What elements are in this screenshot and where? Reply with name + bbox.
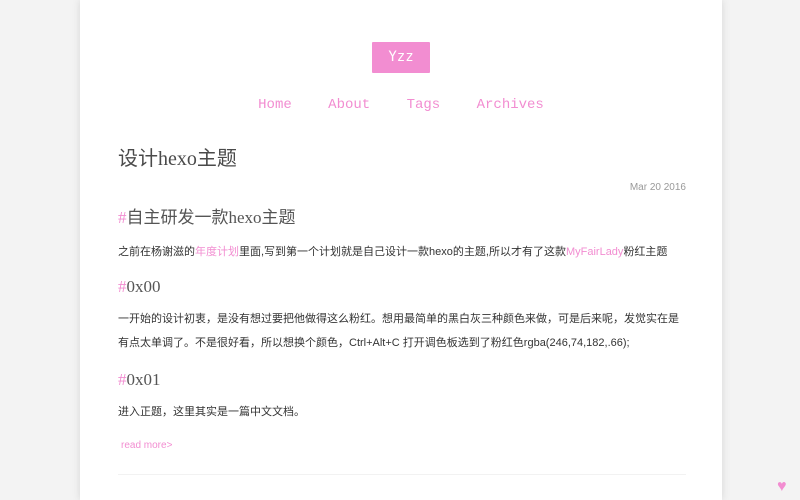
paragraph-text: 之前在杨谢滋的 xyxy=(118,246,195,258)
heading-text: 自主研发一款hexo主题 xyxy=(126,208,296,227)
logo[interactable]: Yzz xyxy=(372,42,430,73)
divider xyxy=(118,474,686,475)
myfairlady-link[interactable]: MyFairLady xyxy=(566,246,623,258)
paragraph-text: 粉红主题 xyxy=(623,246,668,258)
heading-hash: # xyxy=(118,370,127,389)
paragraph-text: 里面,写到第一个计划就是自己设计一款hexo的主题,所以才有了这款 xyxy=(239,246,566,258)
nav-archives[interactable]: Archives xyxy=(477,97,544,113)
paragraph: 进入正题，这里其实是一篇中文文档。 xyxy=(118,406,305,418)
heading-text: 0x01 xyxy=(126,370,161,389)
section-heading: #0x00 xyxy=(118,275,161,299)
main-nav: Home About Tags Archives xyxy=(80,96,722,114)
page-card: Yzz Home About Tags Archives 设计hexo主题 Ma… xyxy=(80,0,722,500)
post: 设计hexo主题 Mar 20 2016 #自主研发一款hexo主题 之前在杨谢… xyxy=(118,144,686,475)
nav-home[interactable]: Home xyxy=(258,97,292,113)
annual-plan-link[interactable]: 年度计划 xyxy=(195,246,239,258)
heading-text: 0x00 xyxy=(126,277,161,296)
post-title[interactable]: 设计hexo主题 xyxy=(118,144,686,174)
post-date: Mar 20 2016 xyxy=(629,182,686,193)
section-heading: #自主研发一款hexo主题 xyxy=(118,206,296,230)
paragraph: 之前在杨谢滋的年度计划里面,写到第一个计划就是自己设计一款hexo的主题,所以才… xyxy=(118,240,686,264)
section-heading: #0x01 xyxy=(118,368,161,392)
nav-about[interactable]: About xyxy=(328,97,370,113)
heading-hash: # xyxy=(118,208,127,227)
read-more-link[interactable]: read more> xyxy=(121,440,172,451)
paragraph: 一开始的设计初衷，是没有想过要把他做得这么粉红。想用最简单的黑白灰三种颜色来做，… xyxy=(118,313,679,349)
heart-icon[interactable]: ♥ xyxy=(777,479,787,495)
heading-hash: # xyxy=(118,277,127,296)
nav-tags[interactable]: Tags xyxy=(407,97,441,113)
